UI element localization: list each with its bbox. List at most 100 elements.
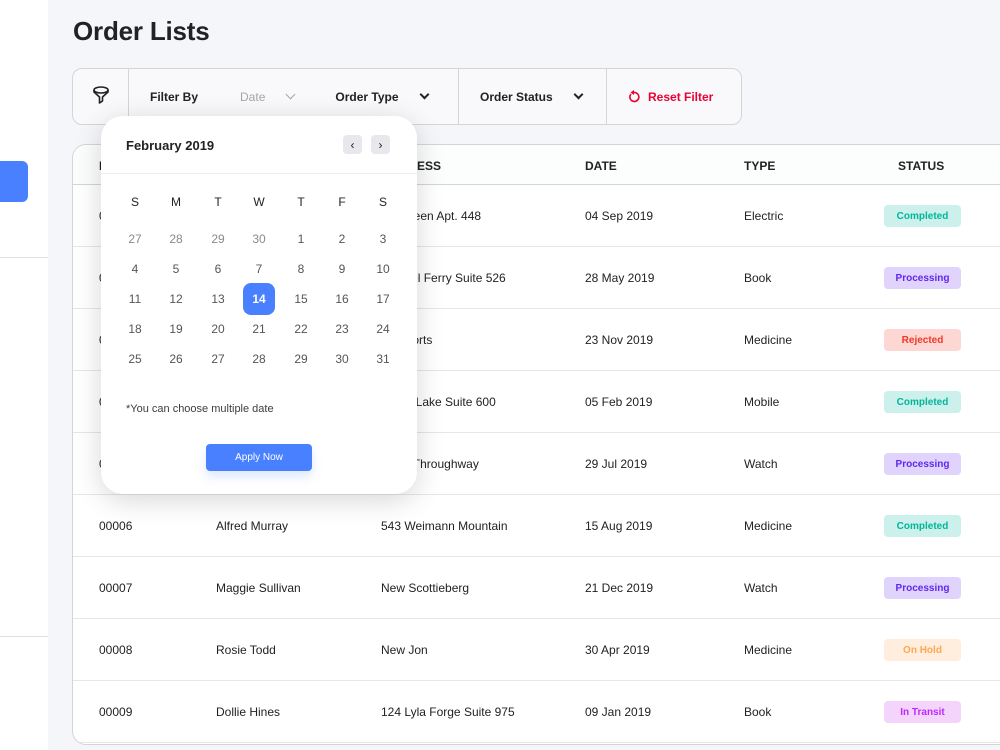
calendar-day[interactable]: 16 [326,283,358,315]
calendar-day[interactable]: 9 [326,253,358,285]
weekday-label: T [214,195,222,209]
calendar-day[interactable]: 13 [202,283,234,315]
table-row[interactable]: 00007 Maggie Sullivan New Scottieberg 21 De… [73,557,1000,619]
date-filter-dropdown[interactable]: Date [240,89,296,104]
calendar-day[interactable]: 29 [285,343,317,375]
cell-name: Maggie Sullivan [216,581,301,595]
reset-filter-label: Reset Filter [648,89,714,104]
calendar-day[interactable]: 27 [202,343,234,375]
sidebar [0,0,48,750]
calendar-day[interactable]: 2 [326,223,358,255]
th-type: TYPE [744,159,776,173]
reset-filter-button[interactable]: Reset Filter [607,69,741,124]
date-filter-label: Date [240,89,266,104]
chevron-left-icon: ‹ [350,137,355,152]
weekday-label: S [130,195,139,209]
cell-id: 00006 [99,519,133,533]
table-row[interactable]: 00009 Dollie Hines 124 Lyla Forge Suite 97… [73,681,1000,743]
status-badge: Processing [884,453,961,475]
cell-type: Watch [744,457,778,471]
calendar-day[interactable]: 10 [367,253,399,285]
refresh-icon [628,90,640,103]
calendar-day[interactable]: 11 [119,283,151,315]
calendar-day[interactable]: 1 [285,223,317,255]
calendar-day[interactable]: 22 [285,313,317,345]
status-badge: Processing [884,577,961,599]
cell-date: 30 Apr 2019 [585,643,650,657]
cell-address: 543 Weimann Mountain [381,519,508,533]
calendar-day[interactable]: 19 [160,313,192,345]
calendar-month-title: February 2019 [126,138,215,153]
calendar-day[interactable]: 23 [326,313,358,345]
weekday-label: S [378,195,387,209]
status-badge: Rejected [884,329,961,351]
cell-type: Watch [744,581,778,595]
calendar-day[interactable]: 17 [367,283,399,315]
status-badge: On Hold [884,639,961,661]
cell-date: 23 Nov 2019 [585,333,654,347]
order-type-label: Order Type [335,89,399,104]
status-badge: Processing [884,267,961,289]
status-badge: Completed [884,205,961,227]
calendar-day[interactable]: 28 [243,343,275,375]
cell-name: Dollie Hines [216,705,281,719]
chevron-down-icon [573,89,584,100]
cell-address: New Jon [381,643,428,657]
status-badge: Completed [884,515,961,537]
cell-date: 28 May 2019 [585,271,655,285]
chevron-down-icon [285,89,296,100]
calendar-day[interactable]: 31 [367,343,399,375]
th-date: DATE [585,159,617,173]
calendar-day[interactable]: 6 [202,253,234,285]
th-address: ESS [417,159,442,173]
calendar-day[interactable]: 8 [285,253,317,285]
cell-date: 15 Aug 2019 [585,519,653,533]
sidebar-divider [0,257,48,258]
weekday-label: F [338,195,346,209]
table-row[interactable]: 00006 Alfred Murray 543 Weimann Mountain 15… [73,495,1000,557]
cell-date: 09 Jan 2019 [585,705,652,719]
apply-now-button[interactable]: Apply Now [206,444,312,471]
calendar-day[interactable]: 29 [202,223,234,255]
calendar-day[interactable]: 7 [243,253,275,285]
order-status-label: Order Status [480,89,553,104]
weekday-label: T [297,195,305,209]
calendar-day[interactable]: 27 [119,223,151,255]
cell-type: Mobile [744,395,780,409]
calendar-day[interactable]: 12 [160,283,192,315]
calendar-day-selected[interactable]: 14 [243,283,275,315]
calendar-day[interactable]: 26 [160,343,192,375]
status-badge: Completed [884,391,961,413]
calendar-day[interactable]: 24 [367,313,399,345]
calendar-day[interactable]: 30 [243,223,275,255]
date-picker-popup: February 2019 ‹ › S M T W T F S 27 28 29 30 1 2 3 4 5 6 7… [101,116,417,494]
cell-type: Electric [744,209,784,223]
cell-id: 00009 [99,705,133,719]
calendar-day[interactable]: 30 [326,343,358,375]
calendar-day[interactable]: 5 [160,253,192,285]
status-badge: In Transit [884,701,961,723]
order-type-dropdown[interactable]: Order Type [335,89,429,104]
calendar-next-button[interactable]: › [371,135,390,154]
cell-id: 00008 [99,643,133,657]
table-row[interactable]: 00008 Rosie Todd New Jon 30 Apr 2019 Medicin… [73,619,1000,681]
cell-date: 21 Dec 2019 [585,581,654,595]
calendar-day[interactable]: 25 [119,343,151,375]
calendar-day[interactable]: 21 [243,313,275,345]
calendar-day[interactable]: 18 [119,313,151,345]
cell-name: Alfred Murray [216,519,289,533]
cell-type: Medicine [744,333,793,347]
cell-type: Book [744,271,772,285]
calendar-day[interactable]: 3 [367,223,399,255]
calendar-day[interactable]: 28 [160,223,192,255]
page-title: Order Lists [73,16,210,46]
calendar-day[interactable]: 15 [285,283,317,315]
cell-address: New Scottieberg [381,581,470,595]
calendar-day[interactable]: 4 [119,253,151,285]
th-status: STATUS [898,159,945,173]
sidebar-active-item[interactable] [0,161,28,202]
order-status-dropdown[interactable]: Order Status [459,69,607,124]
cell-type: Medicine [744,519,793,533]
calendar-day[interactable]: 20 [202,313,234,345]
calendar-prev-button[interactable]: ‹ [343,135,362,154]
